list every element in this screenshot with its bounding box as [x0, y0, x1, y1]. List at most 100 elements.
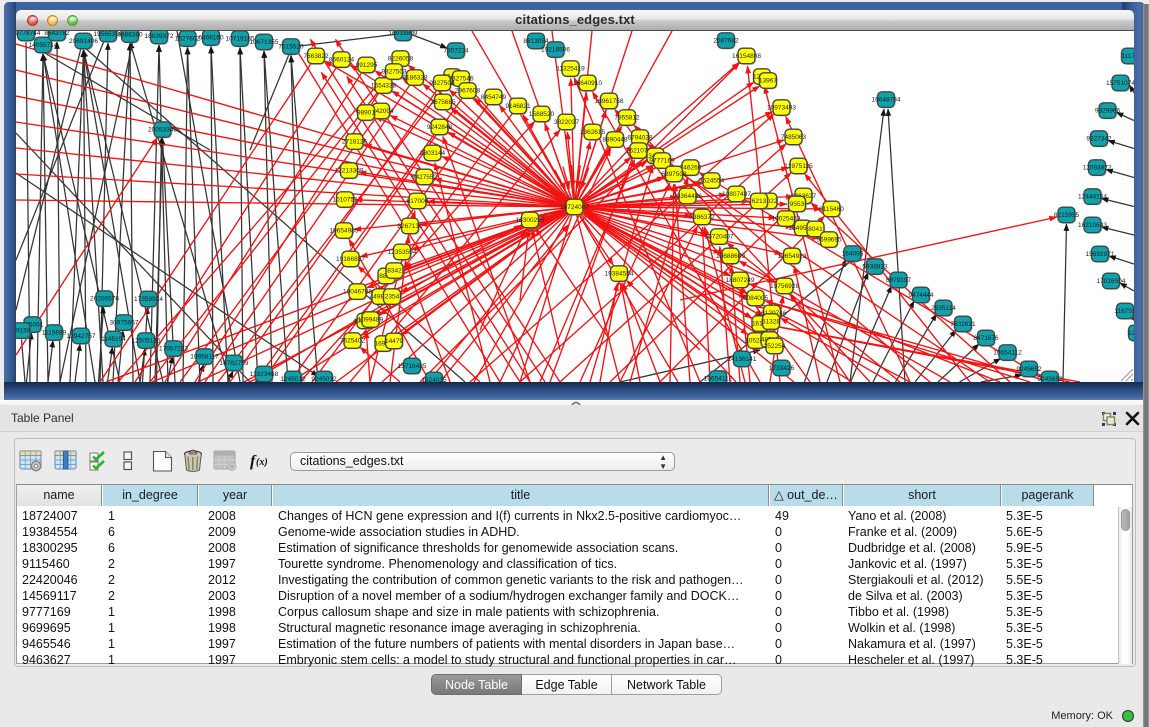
svg-text:9227342: 9227342 — [1086, 136, 1112, 143]
svg-text:164095: 164095 — [842, 251, 864, 258]
svg-text:15716485: 15716485 — [398, 363, 427, 370]
svg-text:20053346: 20053346 — [148, 127, 177, 134]
svg-text:17016504: 17016504 — [1097, 278, 1126, 285]
svg-text:30975857: 30975857 — [110, 320, 139, 327]
svg-text:16961758: 16961758 — [595, 98, 624, 105]
svg-text:19778744: 19778744 — [16, 31, 41, 37]
svg-text:16033809: 16033809 — [389, 31, 418, 37]
svg-text:19756928: 19756928 — [770, 283, 799, 290]
svg-text:(x): (x) — [256, 457, 268, 468]
svg-text:1245012: 1245012 — [280, 376, 306, 382]
svg-text:252254: 252254 — [764, 343, 786, 350]
svg-text:1099489: 1099489 — [358, 317, 384, 324]
svg-text:39159: 39159 — [16, 328, 31, 335]
svg-text:9327508: 9327508 — [429, 80, 455, 87]
svg-text:19166827: 19166827 — [336, 256, 365, 263]
svg-text:3822037: 3822037 — [554, 119, 580, 126]
svg-text:8267130: 8267130 — [397, 223, 423, 230]
svg-text:12353594: 12353594 — [388, 249, 417, 256]
svg-text:10807487: 10807487 — [722, 191, 751, 198]
svg-text:12034: 12034 — [1128, 330, 1134, 337]
svg-text:14479: 14479 — [385, 338, 403, 345]
svg-text:26206576: 26206576 — [90, 296, 119, 303]
svg-text:9245032: 9245032 — [311, 376, 337, 382]
svg-text:6794028: 6794028 — [627, 135, 653, 142]
svg-text:3624554: 3624554 — [699, 178, 725, 185]
svg-text:9699695: 9699695 — [816, 237, 842, 244]
svg-text:6466160: 6466160 — [198, 35, 224, 42]
svg-text:8990448: 8990448 — [602, 137, 628, 144]
svg-text:5938923: 5938923 — [862, 264, 888, 271]
svg-text:7955812: 7955812 — [614, 115, 640, 122]
svg-text:13967: 13967 — [759, 78, 777, 85]
svg-text:16154808: 16154808 — [732, 53, 761, 60]
svg-text:17957223: 17957223 — [159, 346, 188, 353]
svg-text:1115689: 1115689 — [42, 330, 67, 337]
svg-text:6879197: 6879197 — [886, 277, 912, 284]
svg-text:6213: 6213 — [752, 198, 767, 205]
svg-text:1733426: 1733426 — [769, 365, 795, 372]
svg-text:11325419: 11325419 — [556, 66, 585, 73]
svg-text:9115460: 9115460 — [819, 206, 844, 213]
svg-text:1654338: 1654338 — [371, 83, 397, 90]
svg-text:7515520: 7515520 — [278, 44, 304, 51]
svg-text:18807249: 18807249 — [726, 277, 755, 284]
svg-text:51328: 51328 — [762, 319, 780, 326]
svg-text:12942757: 12942757 — [67, 333, 96, 340]
svg-text:7386372: 7386372 — [689, 214, 715, 221]
svg-text:9777169: 9777169 — [649, 158, 675, 165]
svg-text:11174: 11174 — [1121, 53, 1134, 60]
svg-text:1588520: 1588520 — [529, 111, 555, 118]
svg-text:8427552: 8427552 — [412, 174, 438, 181]
svg-text:17359924: 17359924 — [134, 296, 163, 303]
svg-text:9084005: 9084005 — [743, 295, 769, 302]
svg-text:3675685: 3675685 — [430, 99, 456, 106]
svg-text:18724007: 18724007 — [560, 204, 589, 211]
svg-text:16782759: 16782759 — [220, 360, 249, 367]
svg-text:14136141: 14136141 — [728, 356, 757, 363]
svg-text:16648784: 16648784 — [872, 97, 901, 104]
svg-text:9474444: 9474444 — [908, 292, 934, 299]
svg-text:6897508: 6897508 — [661, 171, 687, 178]
svg-text:8226058: 8226058 — [388, 56, 414, 63]
svg-text:8471676: 8471676 — [973, 335, 999, 342]
svg-text:7632621: 7632621 — [950, 321, 976, 328]
svg-text:1010755: 1010755 — [332, 197, 358, 204]
svg-text:891295: 891295 — [356, 62, 378, 69]
svg-text:8454749: 8454749 — [481, 94, 507, 101]
svg-text:20691406: 20691406 — [69, 38, 98, 45]
svg-text:10654112: 10654112 — [993, 350, 1022, 357]
svg-text:10046798: 10046798 — [343, 289, 372, 296]
svg-text:15720407: 15720407 — [705, 234, 734, 241]
svg-text:12213309: 12213309 — [335, 168, 364, 175]
svg-text:2935114: 2935114 — [931, 305, 956, 312]
svg-text:7663822: 7663822 — [303, 53, 329, 60]
svg-text:1524035: 1524035 — [421, 377, 447, 382]
svg-text:9242848: 9242848 — [427, 124, 453, 131]
svg-text:7485063: 7485063 — [781, 134, 807, 141]
svg-text:19654923: 19654923 — [778, 253, 807, 260]
svg-text:12093872: 12093872 — [1083, 165, 1112, 172]
svg-text:15692971: 15692971 — [1086, 251, 1115, 258]
svg-text:2967608: 2967608 — [455, 88, 481, 95]
svg-text:1527602: 1527602 — [175, 36, 201, 43]
svg-text:9329966: 9329966 — [1095, 108, 1121, 115]
svg-text:10671355: 10671355 — [250, 39, 279, 46]
svg-text:2087682: 2087682 — [713, 38, 739, 45]
svg-text:10973493: 10973493 — [767, 105, 796, 112]
svg-text:11923468: 11923468 — [250, 371, 279, 378]
svg-text:9245652: 9245652 — [1037, 376, 1063, 382]
svg-text:15751074: 15751074 — [1106, 80, 1134, 87]
svg-text:9886380: 9886380 — [117, 32, 143, 39]
svg-text:7625402: 7625402 — [340, 338, 366, 345]
svg-text:9553: 9553 — [790, 201, 805, 208]
svg-text:98901: 98901 — [357, 110, 375, 117]
svg-text:10958117: 10958117 — [190, 354, 219, 361]
svg-text:7357224: 7357224 — [443, 48, 469, 55]
svg-text:10688609: 10688609 — [716, 253, 745, 260]
svg-text:2803144: 2803144 — [420, 150, 446, 157]
svg-text:16640910: 16640910 — [573, 80, 602, 87]
svg-text:1145194: 1145194 — [101, 336, 126, 343]
svg-text:8342: 8342 — [387, 268, 402, 275]
svg-text:20364436: 20364436 — [673, 193, 702, 200]
